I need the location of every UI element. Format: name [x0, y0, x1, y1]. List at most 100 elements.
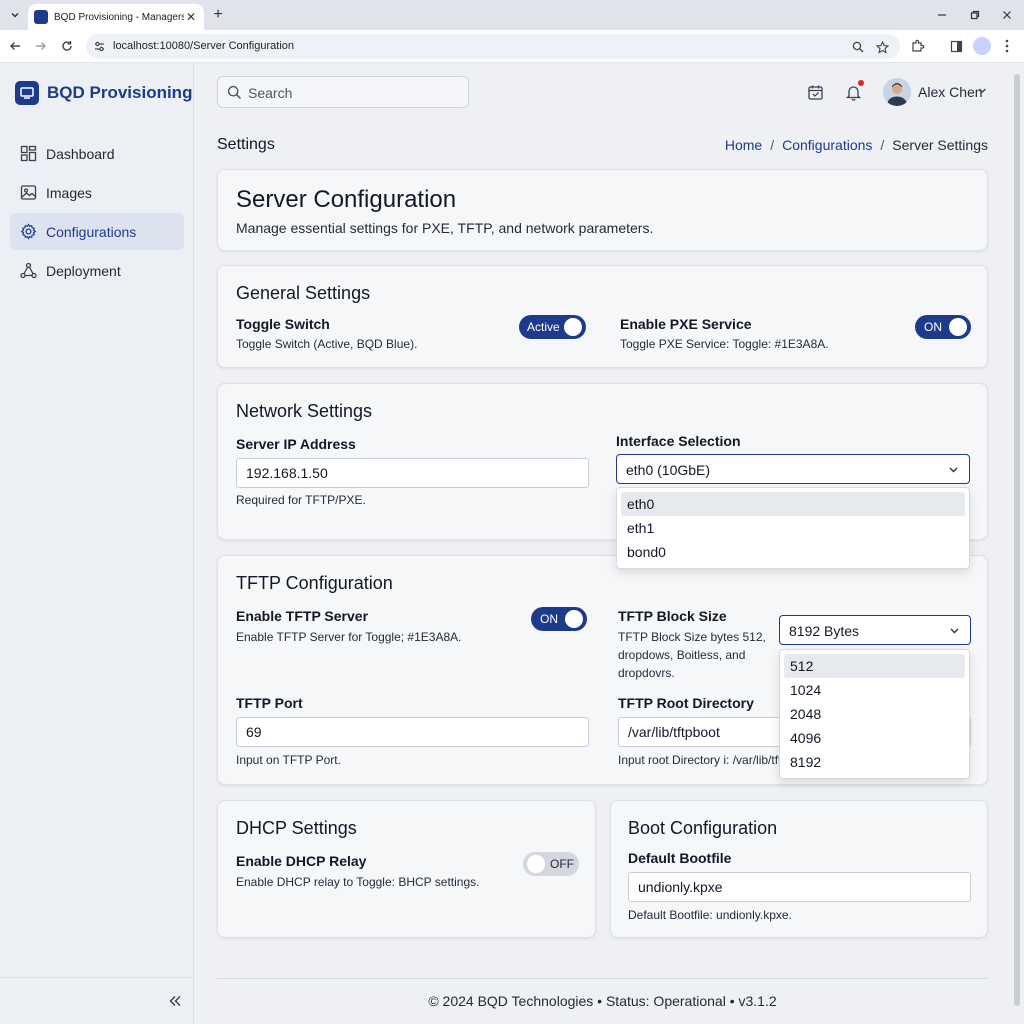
breadcrumb-home[interactable]: Home [725, 137, 762, 153]
pxe-service-help: Toggle PXE Service: Toggle: #1E3A8A. [620, 337, 829, 351]
active-toggle[interactable]: Active [519, 315, 586, 339]
block-size-dropdown: 512 1024 2048 4096 8192 [779, 649, 970, 779]
back-icon[interactable] [6, 37, 24, 55]
toggle-knob [565, 610, 583, 628]
tab-close-icon[interactable]: ✕ [184, 10, 198, 24]
page-title: Settings [217, 136, 275, 153]
general-settings-card: General Settings Toggle Switch Toggle Sw… [217, 265, 988, 368]
sidebar-item-configurations[interactable]: Configurations [10, 213, 184, 250]
toggle-switch-help: Toggle Switch (Active, BQD Blue). [236, 337, 418, 351]
dropdown-option[interactable]: 4096 [784, 726, 965, 750]
chevron-down-icon [950, 628, 959, 634]
sidebar-item-deployment[interactable]: Deployment [10, 252, 184, 289]
search-icon [227, 85, 242, 100]
sidebar-item-dashboard[interactable]: Dashboard [10, 135, 184, 172]
footer-text: © 2024 BQD Technologies • Status: Operat… [428, 993, 777, 1009]
favicon-icon [34, 10, 48, 24]
hero-card: Server Configuration Manage essential se… [217, 169, 988, 251]
breadcrumb-separator: / [770, 137, 775, 153]
general-settings-title: General Settings [236, 283, 371, 303]
user-menu-chevron-icon[interactable] [978, 86, 987, 95]
server-ip-input[interactable] [236, 458, 589, 488]
browser-toolbar: localhost:10080/Server Configuration [0, 30, 1024, 63]
scrollbar-thumb[interactable] [1014, 74, 1020, 1006]
chevron-down-icon [949, 467, 958, 473]
close-window-icon[interactable] [998, 6, 1016, 24]
sidebar-item-label: Dashboard [46, 145, 115, 162]
tftp-block-size-label: TFTP Block Size [618, 608, 727, 624]
dropdown-option[interactable]: 8192 [784, 750, 965, 774]
pxe-service-label: Enable PXE Service [620, 316, 752, 332]
sidebar-item-label: Images [46, 184, 92, 201]
interface-select-value: eth0 (10GbE) [626, 462, 711, 478]
server-ip-label: Server IP Address [236, 436, 356, 452]
browser-menu-icon[interactable] [998, 37, 1016, 55]
tftp-server-label: Enable TFTP Server [236, 608, 369, 624]
dhcp-relay-toggle[interactable]: OFF [523, 852, 579, 876]
block-size-select[interactable]: 8192 Bytes [779, 615, 971, 645]
collapse-sidebar-icon[interactable] [165, 991, 185, 1011]
dropdown-option[interactable]: bond0 [621, 540, 965, 564]
tftp-port-label: TFTP Port [236, 695, 303, 711]
reload-icon[interactable] [58, 37, 76, 55]
block-size-select-value: 8192 Bytes [789, 623, 860, 639]
breadcrumb-configurations[interactable]: Configurations [782, 137, 872, 153]
dropdown-option[interactable]: eth1 [621, 516, 965, 540]
pxe-service-toggle[interactable]: ON [915, 315, 971, 339]
toggle-state-label: ON [924, 320, 942, 334]
browser-profile-icon[interactable] [973, 37, 991, 55]
tftp-port-help: Input on TFTP Port. [236, 753, 341, 767]
server-ip-help: Required for TFTP/PXE. [236, 493, 366, 507]
search-input[interactable] [248, 83, 458, 103]
dropdown-option[interactable]: eth0 [621, 492, 965, 516]
dropdown-option[interactable]: 1024 [784, 678, 965, 702]
hero-title: Server Configuration [236, 186, 457, 213]
avatar[interactable] [883, 78, 911, 106]
browser-tab[interactable]: BQD Provisioning - Managers & Settings ✕ [28, 4, 204, 30]
interface-select[interactable]: eth0 (10GbE) [616, 454, 970, 484]
dropdown-option[interactable]: 512 [784, 654, 965, 678]
deployment-icon [20, 262, 37, 279]
zoom-icon[interactable] [850, 39, 866, 55]
bookmark-star-icon[interactable] [874, 39, 890, 55]
new-tab-icon[interactable]: + [209, 6, 227, 24]
minimize-icon[interactable] [933, 6, 951, 24]
tftp-port-input[interactable] [236, 717, 589, 747]
tftp-configuration-title: TFTP Configuration [236, 573, 393, 593]
restore-icon[interactable] [966, 6, 984, 24]
network-settings-title: Network Settings [236, 401, 373, 421]
side-panel-icon[interactable] [947, 37, 965, 55]
sidebar-item-images[interactable]: Images [10, 174, 184, 211]
brand[interactable]: BQD Provisioning [15, 81, 192, 105]
gear-icon [20, 223, 37, 240]
hero-subtitle: Manage essential settings for PXE, TFTP,… [236, 220, 654, 236]
search-bar[interactable] [217, 76, 469, 108]
sidebar-item-label: Deployment [46, 262, 121, 279]
calendar-icon[interactable] [805, 82, 825, 102]
brand-name: BQD Provisioning [47, 83, 193, 102]
tab-list-chevron-icon[interactable] [6, 6, 24, 24]
image-icon [20, 185, 37, 200]
address-bar[interactable]: localhost:10080/Server Configuration [86, 34, 900, 59]
forward-icon[interactable] [32, 37, 50, 55]
toggle-state-label: Active [527, 320, 560, 334]
toggle-knob [527, 855, 545, 873]
page-scrollbar[interactable] [1012, 66, 1022, 1022]
toggle-state-label: ON [540, 612, 558, 626]
user-name[interactable]: Alex Chen [918, 84, 983, 100]
sidebar-item-label: Configurations [46, 223, 137, 240]
toggle-knob [564, 318, 582, 336]
site-info-icon[interactable] [93, 40, 106, 53]
footer-divider [217, 978, 988, 979]
tab-title: BQD Provisioning - Managers & Settings [54, 11, 184, 23]
boot-configuration-card: Boot Configuration Default Bootfile Defa… [610, 800, 988, 938]
interface-dropdown: eth0 eth1 bond0 [616, 487, 970, 569]
tftp-block-size-help: TFTP Block Size bytes 512, dropdows, Boi… [618, 630, 766, 680]
interface-selection-label: Interface Selection [616, 433, 741, 449]
default-bootfile-input[interactable] [628, 872, 971, 902]
dropdown-option[interactable]: 2048 [784, 702, 965, 726]
extensions-icon[interactable] [909, 37, 927, 55]
tftp-server-toggle[interactable]: ON [531, 607, 587, 631]
dhcp-relay-help: Enable DHCP relay to Toggle: BHCP settin… [236, 875, 480, 889]
notification-badge [858, 80, 864, 86]
